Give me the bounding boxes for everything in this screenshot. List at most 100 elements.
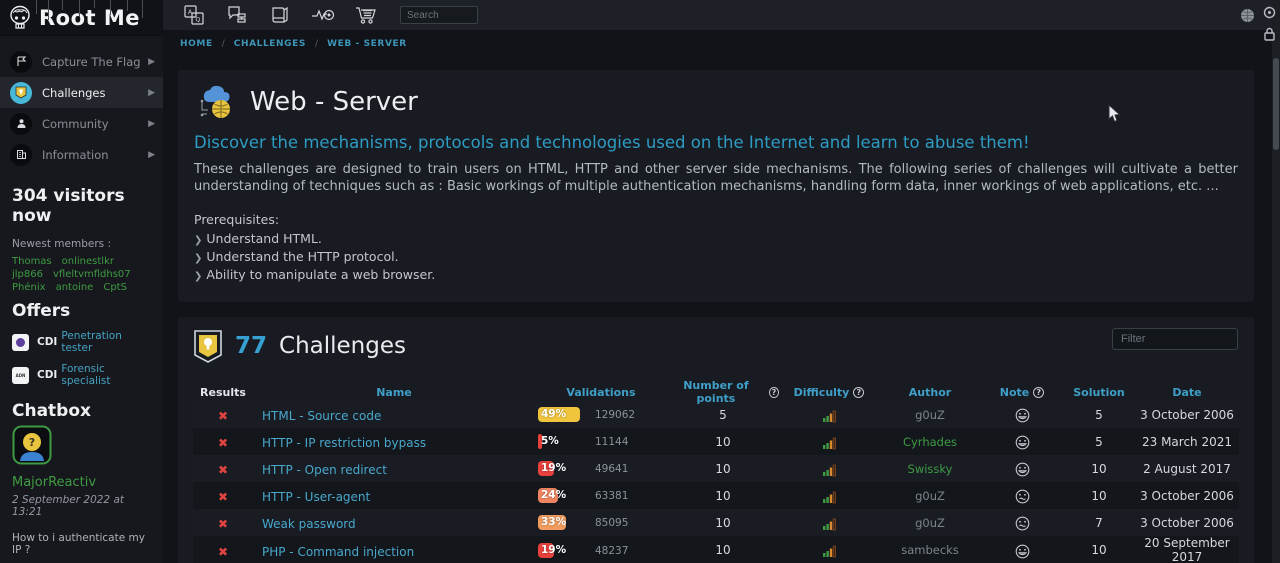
validation-count: 49641 [595, 463, 628, 475]
lock-icon[interactable] [1263, 27, 1276, 42]
solution-count: 7 [1063, 516, 1135, 530]
difficulty-bars-icon [779, 541, 879, 560]
solution-count: 10 [1063, 462, 1135, 476]
shop-cart-icon[interactable] [354, 3, 378, 27]
col-validations[interactable]: Validations [535, 386, 667, 399]
forum-network-icon[interactable] [225, 3, 249, 27]
prerequisites-label: Prerequisites: [194, 212, 1238, 227]
logo[interactable]: Root Me [0, 0, 163, 36]
note-emoji-icon [981, 486, 1063, 505]
page-scrollbar[interactable] [1272, 0, 1280, 563]
col-author[interactable]: Author [879, 386, 981, 399]
chat-username-link[interactable]: MajorReactiv [12, 475, 96, 490]
validation-percent: 19% [541, 544, 566, 556]
chatbox-title: Chatbox [12, 401, 151, 421]
author-link[interactable]: Cyrhades [879, 435, 981, 449]
breadcrumb: HOME / CHALLENGES / WEB - SERVER [163, 30, 1272, 58]
avatar[interactable]: ? [12, 425, 52, 465]
challenge-link[interactable]: HTTP - Open redirect [262, 463, 387, 477]
member-link[interactable]: vfleltvmfldhs07 [53, 269, 131, 280]
offer-company-logo-icon [12, 334, 29, 351]
offer-role-link[interactable]: Penetration tester [61, 330, 151, 354]
validation-count: 63381 [595, 490, 628, 502]
not-validated-icon: ✖ [218, 409, 228, 423]
challenge-date: 2 August 2017 [1135, 462, 1239, 476]
member-link[interactable]: Thomas [12, 256, 52, 267]
difficulty-bars-icon [779, 432, 879, 451]
table-row: ✖HTTP - Open redirect19%4964110Swissky10… [193, 455, 1239, 482]
challenges-card: 77 Challenges Results Name Validations N… [178, 317, 1254, 563]
col-name[interactable]: Name [253, 386, 535, 399]
author-link[interactable]: Swissky [879, 462, 981, 476]
offer-role-link[interactable]: Forensic specialist [61, 363, 151, 387]
col-points[interactable]: Number of points? [667, 379, 779, 405]
category-intro-card: Web - Server Discover the mechanisms, pr… [178, 70, 1254, 302]
col-solution[interactable]: Solution [1063, 386, 1135, 399]
col-difficulty[interactable]: Difficulty? [779, 386, 879, 399]
offer-penetration-tester[interactable]: CDI Penetration tester [12, 330, 151, 354]
sidebar-item-capture-the-flag[interactable]: Capture The Flag ▶ [0, 46, 163, 77]
filter-input[interactable] [1112, 328, 1238, 350]
help-icon[interactable]: ? [769, 387, 779, 398]
validation-count: 129062 [595, 409, 635, 421]
difficulty-bars-icon [779, 405, 879, 424]
chevron-right-icon: ▶ [148, 119, 155, 129]
table-body: ✖HTML - Source code49%1290625g0uZ53 Octo… [193, 401, 1239, 563]
newest-members-label: Newest members : [12, 238, 151, 250]
solution-count: 10 [1063, 489, 1135, 503]
sidebar: Root Me Capture The Flag ▶ Challenges ▶ [0, 0, 163, 563]
member-link[interactable]: jlp866 [12, 269, 43, 280]
sidebar-item-community[interactable]: Community ▶ [0, 108, 163, 139]
reader-target-icon[interactable] [1263, 6, 1276, 19]
breadcrumb-home[interactable]: HOME [180, 39, 213, 49]
help-icon[interactable]: ? [1033, 387, 1044, 398]
not-validated-icon: ✖ [218, 436, 228, 450]
challenge-date: 20 September 2017 [1135, 536, 1239, 563]
chevron-right-icon: ▶ [148, 57, 155, 67]
newest-members-list: Thomas onlinestlkr jlp866 vfleltvmfldhs07 Ph… [12, 256, 151, 293]
chevron-right-icon: ▶ [148, 150, 155, 160]
member-link[interactable]: antoine [56, 282, 94, 293]
challenge-link[interactable]: PHP - Command injection [262, 545, 414, 559]
activity-target-icon[interactable] [311, 3, 335, 27]
visitors-count: 304 visitors now [12, 186, 151, 226]
col-date[interactable]: Date [1135, 386, 1239, 399]
svg-text:Q: Q [196, 17, 201, 24]
member-link[interactable]: Phénix [12, 282, 46, 293]
author-link[interactable]: g0uZ [879, 408, 981, 422]
challenge-link[interactable]: Weak password [262, 517, 356, 531]
note-emoji-icon [981, 459, 1063, 478]
col-results[interactable]: Results [193, 386, 253, 399]
docs-faq-icon[interactable]: AQ [182, 3, 206, 27]
scrollbar-thumb[interactable] [1273, 58, 1279, 150]
not-validated-icon: ✖ [218, 463, 228, 477]
challenge-link[interactable]: HTML - Source code [262, 409, 381, 423]
member-link[interactable]: onlinestlkr [62, 256, 114, 267]
author-link[interactable]: sambecks [879, 543, 981, 557]
author-link[interactable]: g0uZ [879, 489, 981, 503]
validation-count: 11144 [595, 436, 628, 448]
globe-icon[interactable] [1240, 8, 1255, 27]
author-link[interactable]: g0uZ [879, 516, 981, 530]
library-icon[interactable] [268, 3, 292, 27]
points-value: 10 [667, 489, 779, 503]
breadcrumb-challenges[interactable]: CHALLENGES [234, 39, 306, 49]
validation-percent: 5% [541, 435, 559, 447]
difficulty-bars-icon [779, 459, 879, 478]
note-emoji-icon [981, 432, 1063, 451]
search-input[interactable] [400, 6, 478, 24]
validation-percent: 24% [541, 489, 566, 501]
challenge-link[interactable]: HTTP - IP restriction bypass [262, 436, 426, 450]
offer-forensic-specialist[interactable]: ADN CDI Forensic specialist [12, 363, 151, 387]
sidebar-nav: Capture The Flag ▶ Challenges ▶ Communit… [0, 36, 163, 170]
sidebar-item-information[interactable]: Information ▶ [0, 139, 163, 170]
help-icon[interactable]: ? [853, 387, 864, 398]
chevron-right-icon: ▶ [148, 88, 155, 98]
sidebar-item-challenges[interactable]: Challenges ▶ [0, 77, 163, 108]
points-value: 10 [667, 462, 779, 476]
challenge-link[interactable]: HTTP - User-agent [262, 490, 370, 504]
ctf-flag-icon [10, 51, 32, 73]
col-note[interactable]: Note? [981, 386, 1063, 399]
member-link[interactable]: CptS [103, 282, 127, 293]
note-emoji-icon [981, 513, 1063, 532]
